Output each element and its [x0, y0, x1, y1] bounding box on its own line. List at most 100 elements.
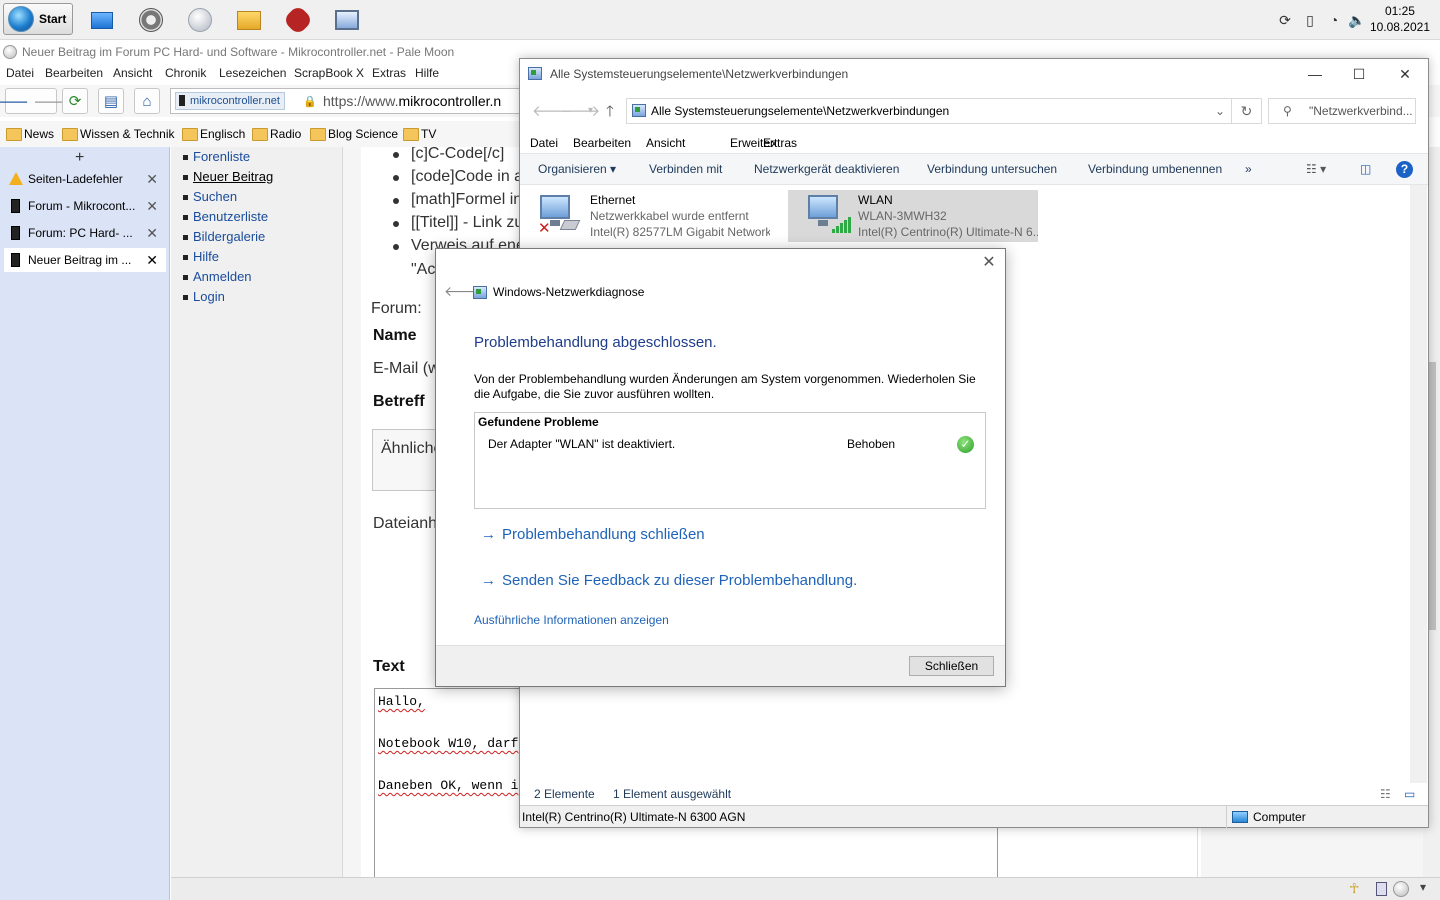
bookmark-tv[interactable]: TV [401, 121, 436, 147]
menu-bearbeiten[interactable]: Bearbeiten [45, 63, 103, 83]
close-tab-icon[interactable]: ✕ [146, 248, 158, 272]
reload-button[interactable]: ⟳ [62, 88, 88, 114]
ex-menu-ansicht[interactable]: Ansicht [646, 133, 685, 153]
pale-moon-app-icon[interactable] [186, 6, 214, 34]
preview-pane-icon[interactable]: ◫ [1360, 154, 1371, 184]
refresh-button[interactable]: ↻ [1232, 98, 1262, 124]
minimize-button[interactable]: — [1292, 59, 1338, 89]
ethernet-adapter-icon: ✕ [538, 193, 581, 237]
desktop-app-icon[interactable] [88, 6, 116, 34]
send-feedback-link[interactable]: → Senden Sie Feedback zu dieser Problembe… [481, 572, 857, 589]
adapter-name: Ethernet [590, 193, 636, 207]
ex-menu-extras[interactable]: Extras [763, 133, 797, 153]
home-button[interactable]: ⌂ [134, 88, 160, 114]
battery-tray-icon[interactable]: ▯ [1301, 11, 1319, 29]
help-icon[interactable]: ? [1396, 161, 1413, 178]
adapter-ethernet[interactable]: ✕ Ethernet Netzwerkkabel wurde entfernt … [520, 190, 770, 242]
connect-to-button[interactable]: Verbinden mit [649, 154, 722, 184]
update-tray-icon[interactable]: ⟳ [1276, 11, 1294, 29]
recent-chevron-icon[interactable]: ▾ [588, 105, 593, 116]
address-dropdown-icon[interactable]: ⌄ [1215, 99, 1225, 123]
tiles-view-icon[interactable]: ▭ [1404, 783, 1415, 805]
start-button[interactable]: Start [3, 3, 73, 35]
disable-device-button[interactable]: Netzwerkgerät deaktivieren [754, 154, 899, 184]
explorer-title-bar: Alle Systemsteuerungselemente\Netzwerkve… [520, 59, 1428, 89]
close-troubleshooter-link[interactable]: → Problembehandlung schließen [481, 526, 705, 543]
nav-login[interactable]: Login [183, 287, 273, 307]
close-tab-icon[interactable]: ✕ [146, 221, 158, 245]
arrow-right-icon: → [481, 572, 496, 589]
home-icon: ⌂ [142, 92, 152, 110]
found-problems-header: Gefundene Probleme [478, 415, 599, 429]
up-arrow-icon[interactable]: 🡑 [606, 101, 614, 126]
menu-scrapbook[interactable]: ScrapBook X [294, 63, 364, 83]
nav-bildergalerie[interactable]: Bildergalerie [183, 227, 273, 247]
volume-tray-icon[interactable]: 🔈 [1348, 11, 1366, 29]
sidebar-toggle-icon[interactable] [1376, 882, 1387, 896]
back-forward-button[interactable]: 🡐 🡒 [0, 88, 73, 114]
bookmark-radio[interactable]: Radio [250, 121, 301, 147]
close-button[interactable]: Schließen [909, 656, 994, 676]
menu-extras[interactable]: Extras [372, 63, 406, 83]
nav-forenliste[interactable]: Forenliste [183, 147, 273, 167]
menu-datei[interactable]: Datei [6, 63, 34, 83]
adapter-wlan[interactable]: WLAN WLAN-3MWH32 Intel(R) Centrino(R) Ul… [788, 190, 1038, 242]
menu-hilfe[interactable]: Hilfe [415, 63, 439, 83]
adapter-device: Intel(R) Centrino(R) Ultimate-N 6... [858, 225, 1038, 239]
more-commands-button[interactable]: » [1245, 154, 1252, 184]
close-window-button[interactable]: ✕ [1382, 59, 1428, 89]
ex-menu-bearbeiten[interactable]: Bearbeiten [573, 133, 631, 153]
adapter-name: WLAN [858, 193, 893, 207]
bookmark-blog-science[interactable]: Blog Science [308, 121, 398, 147]
menu-ansicht[interactable]: Ansicht [113, 63, 152, 83]
sidebar-tab[interactable]: Seiten-Ladefehler ✕ [4, 167, 166, 191]
ankh-icon[interactable]: ☥ [1349, 880, 1359, 897]
diagnose-connection-button[interactable]: Verbindung untersuchen [927, 154, 1057, 184]
browser-status-bar: ☥ ▾ [171, 877, 1440, 900]
sidebar-tab[interactable]: Forum - Mikrocont... ✕ [4, 194, 166, 218]
dropdown-arrow-icon[interactable]: ▾ [1420, 880, 1426, 894]
maximize-button[interactable]: ☐ [1336, 59, 1382, 89]
sync-app-icon[interactable] [137, 6, 165, 34]
sidebar-tab-label: Seiten-Ladefehler [28, 172, 123, 186]
nav-anmelden[interactable]: Anmelden [183, 267, 273, 287]
explorer-address-field[interactable]: Alle Systemsteuerungselemente\Netzwerkve… [626, 98, 1232, 124]
details-view-icon[interactable]: ☷ [1380, 783, 1391, 805]
new-tab-plus-icon[interactable]: + [75, 149, 84, 167]
file-explorer-app-icon[interactable] [235, 6, 263, 34]
nav-benutzerliste[interactable]: Benutzerliste [183, 207, 273, 227]
organize-button[interactable]: Organisieren ▾ [538, 154, 616, 184]
nav-suchen[interactable]: Suchen [183, 187, 273, 207]
wifi-tray-icon[interactable]: ◔ [1325, 11, 1343, 29]
sidebar-tab-active[interactable]: Neuer Beitrag im ... ✕ [4, 248, 166, 272]
menu-chronik[interactable]: Chronik [165, 63, 206, 83]
bookmark-wissen-technik[interactable]: Wissen & Technik [60, 121, 174, 147]
close-tab-icon[interactable]: ✕ [146, 194, 158, 218]
settings-app-icon[interactable] [282, 4, 314, 36]
dialog-close-icon[interactable]: ✕ [979, 253, 999, 273]
url-bar[interactable]: mikrocontroller.net 🔒 https://www.mikroc… [170, 88, 530, 114]
control-panel-app-icon[interactable] [333, 6, 361, 34]
page-info-button[interactable]: ▤ [98, 88, 124, 114]
nav-neuer-beitrag[interactable]: Neuer Beitrag [183, 167, 273, 187]
item-count: 2 Elemente [534, 787, 595, 801]
clock[interactable]: 01:25 10.08.2021 [1370, 3, 1430, 35]
close-tab-icon[interactable]: ✕ [146, 167, 158, 191]
bookmark-news[interactable]: News [4, 121, 54, 147]
pale-moon-status-icon[interactable] [1393, 881, 1409, 897]
forward-arrow-icon[interactable]: 🡒 [560, 101, 600, 120]
menu-lesezeichen[interactable]: Lesezeichen [219, 63, 286, 83]
ex-menu-datei[interactable]: Datei [530, 133, 558, 153]
bookmark-englisch[interactable]: Englisch [180, 121, 245, 147]
selected-device-name: Intel(R) Centrino(R) Ultimate-N 6300 AGN [522, 810, 746, 824]
nav-hilfe[interactable]: Hilfe [183, 247, 273, 267]
sidebar-tab[interactable]: Forum: PC Hard- ... ✕ [4, 221, 166, 245]
dialog-heading: Problembehandlung abgeschlossen. [474, 334, 717, 351]
rename-connection-button[interactable]: Verbindung umbenennen [1088, 154, 1222, 184]
adapter-status: Netzwerkkabel wurde entfernt [590, 209, 749, 223]
view-options-icon[interactable]: ☷ ▾ [1306, 154, 1326, 184]
detailed-info-link[interactable]: Ausführliche Informationen anzeigen [474, 613, 669, 627]
explorer-search-input[interactable]: ⚲ "Netzwerkverbind... [1268, 98, 1416, 124]
explorer-scrollbar[interactable] [1410, 185, 1427, 783]
site-identity[interactable]: mikrocontroller.net [175, 92, 285, 110]
